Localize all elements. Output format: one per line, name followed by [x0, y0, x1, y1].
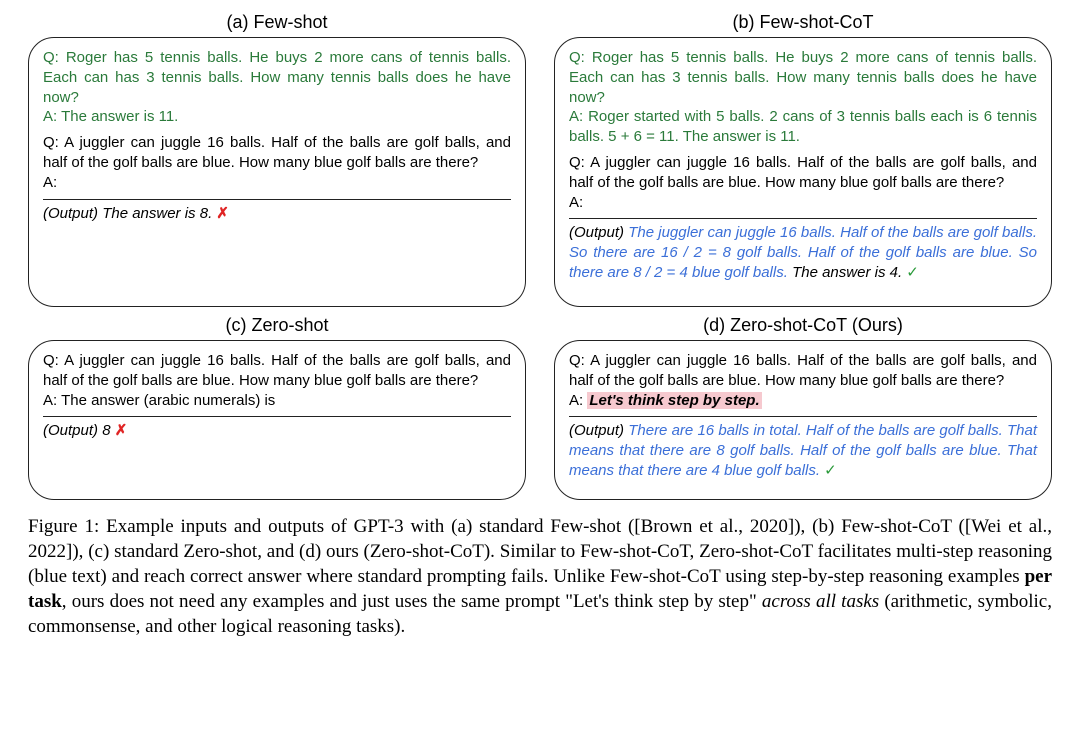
panel-d-divider [569, 416, 1037, 417]
check-icon: ✓ [824, 462, 837, 479]
panel-b: Q: Roger has 5 tennis balls. He buys 2 m… [554, 37, 1052, 307]
panel-c-query: Q: A juggler can juggle 16 balls. Half o… [43, 351, 511, 410]
panel-d-title: (d) Zero-shot-CoT (Ours) [703, 315, 903, 336]
output-prefix: (Output) [569, 224, 628, 241]
panel-d-output: (Output) There are 16 balls in total. Ha… [569, 421, 1037, 480]
panel-c-title: (c) Zero-shot [225, 315, 328, 336]
panel-b-title: (b) Few-shot-CoT [732, 12, 873, 33]
output-prefix: (Output) [43, 205, 102, 222]
panel-a: Q: Roger has 5 tennis balls. He buys 2 m… [28, 37, 526, 307]
output-prefix: (Output) [43, 422, 102, 439]
figure-caption: Figure 1: Example inputs and outputs of … [28, 514, 1052, 639]
panel-a-output: (Output) The answer is 8. ✗ [43, 204, 511, 224]
panel-a-wrap: (a) Few-shot Q: Roger has 5 tennis balls… [28, 12, 526, 307]
panel-d: Q: A juggler can juggle 16 balls. Half o… [554, 340, 1052, 500]
panel-b-query: Q: A juggler can juggle 16 balls. Half o… [569, 153, 1037, 212]
panel-a-answer: The answer is 8. [102, 205, 212, 222]
panel-a-query: Q: A juggler can juggle 16 balls. Half o… [43, 133, 511, 192]
panel-d-wrap: (d) Zero-shot-CoT (Ours) Q: A juggler ca… [554, 315, 1052, 500]
cross-icon: ✗ [115, 422, 128, 439]
output-prefix: (Output) [569, 422, 628, 439]
cross-icon: ✗ [216, 205, 229, 222]
panel-d-reasoning: There are 16 balls in total. Half of the… [569, 422, 1037, 479]
caption-prefix: Figure 1: Example inputs and outputs of … [28, 516, 1052, 587]
panel-d-highlight: Let's think step by step. [587, 392, 761, 409]
figure-grid: (a) Few-shot Q: Roger has 5 tennis balls… [28, 12, 1052, 500]
panel-b-output: (Output) The juggler can juggle 16 balls… [569, 223, 1037, 282]
panel-c: Q: A juggler can juggle 16 balls. Half o… [28, 340, 526, 500]
panel-c-answer: 8 [102, 422, 110, 439]
panel-c-wrap: (c) Zero-shot Q: A juggler can juggle 16… [28, 315, 526, 500]
panel-a-title: (a) Few-shot [226, 12, 327, 33]
panel-b-wrap: (b) Few-shot-CoT Q: Roger has 5 tennis b… [554, 12, 1052, 307]
panel-c-output: (Output) 8 ✗ [43, 421, 511, 441]
panel-b-example: Q: Roger has 5 tennis balls. He buys 2 m… [569, 48, 1037, 147]
caption-middle: , ours does not need any examples and ju… [62, 591, 762, 612]
check-icon: ✓ [906, 264, 919, 281]
panel-b-answer: The answer is 4. [788, 264, 902, 281]
panel-c-divider [43, 416, 511, 417]
caption-italic-1: across all tasks [762, 591, 879, 612]
panel-b-divider [569, 218, 1037, 219]
panel-d-query: Q: A juggler can juggle 16 balls. Half o… [569, 351, 1037, 410]
panel-a-example: Q: Roger has 5 tennis balls. He buys 2 m… [43, 48, 511, 127]
panel-a-divider [43, 199, 511, 200]
